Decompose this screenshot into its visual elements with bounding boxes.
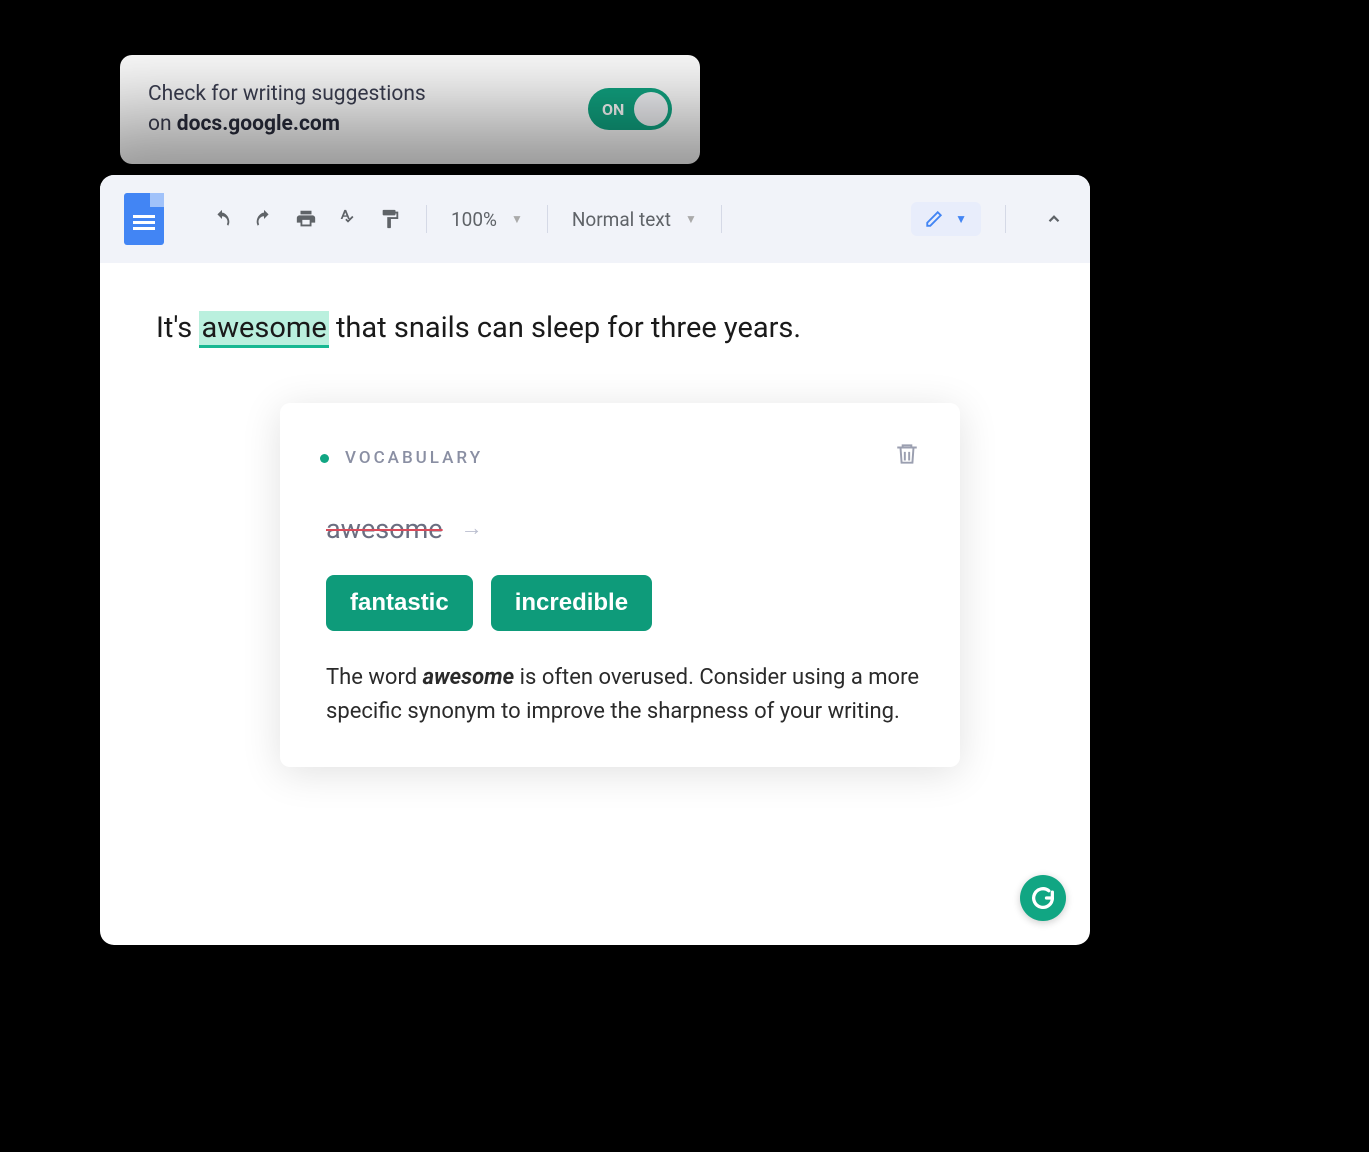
style-value: Normal text [572, 208, 671, 231]
dismiss-button[interactable] [894, 437, 920, 481]
original-word: awesome [326, 509, 443, 550]
zoom-dropdown[interactable]: 100% ▼ [451, 208, 523, 231]
toolbar-separator [547, 205, 548, 233]
google-docs-icon[interactable] [124, 193, 164, 245]
settings-line2-prefix: on [148, 112, 177, 136]
toolbar-separator [1005, 205, 1006, 233]
print-icon[interactable] [294, 207, 318, 231]
docs-window: 100% ▼ Normal text ▼ ▼ It's awesome that… [100, 175, 1090, 945]
chevron-down-icon: ▼ [511, 212, 523, 226]
undo-icon[interactable] [210, 207, 234, 231]
arrow-right-icon: → [461, 512, 483, 545]
highlighted-word[interactable]: awesome [199, 311, 328, 348]
style-dropdown[interactable]: Normal text ▼ [572, 208, 697, 231]
paint-format-icon[interactable] [378, 207, 402, 231]
suggestion-option-button[interactable]: fantastic [326, 575, 473, 631]
chevron-down-icon: ▼ [955, 212, 967, 226]
original-word-row: awesome → [320, 509, 920, 550]
suggestion-description: The word awesome is often overused. Cons… [320, 661, 920, 729]
settings-text: Check for writing suggestions on docs.go… [148, 79, 426, 140]
chevron-up-icon[interactable] [1042, 207, 1066, 231]
text-after: that snails can sleep for three years. [329, 311, 801, 345]
toggle-knob [634, 92, 668, 126]
zoom-value: 100% [451, 208, 497, 231]
document-body[interactable]: It's awesome that snails can sleep for t… [100, 263, 1090, 395]
edit-mode-button[interactable]: ▼ [911, 202, 981, 236]
settings-card: Check for writing suggestions on docs.go… [120, 55, 700, 164]
redo-icon[interactable] [252, 207, 276, 231]
toolbar: 100% ▼ Normal text ▼ ▼ [100, 175, 1090, 263]
toggle-label: ON [602, 100, 624, 119]
suggestion-category: VOCABULARY [345, 446, 483, 472]
chevron-down-icon: ▼ [685, 212, 697, 226]
toolbar-separator [721, 205, 722, 233]
suggestion-options: fantastic incredible [320, 575, 920, 631]
spellcheck-icon[interactable] [336, 207, 360, 231]
settings-line1: Check for writing suggestions [148, 82, 426, 106]
category-dot-icon [320, 454, 329, 463]
grammarly-badge[interactable] [1020, 875, 1066, 921]
suggestion-option-button[interactable]: incredible [491, 575, 652, 631]
toolbar-separator [426, 205, 427, 233]
settings-domain: docs.google.com [177, 112, 340, 136]
text-before: It's [156, 311, 199, 345]
suggestions-toggle[interactable]: ON [588, 88, 672, 130]
suggestion-card: VOCABULARY awesome → fantastic incredibl… [280, 403, 960, 767]
